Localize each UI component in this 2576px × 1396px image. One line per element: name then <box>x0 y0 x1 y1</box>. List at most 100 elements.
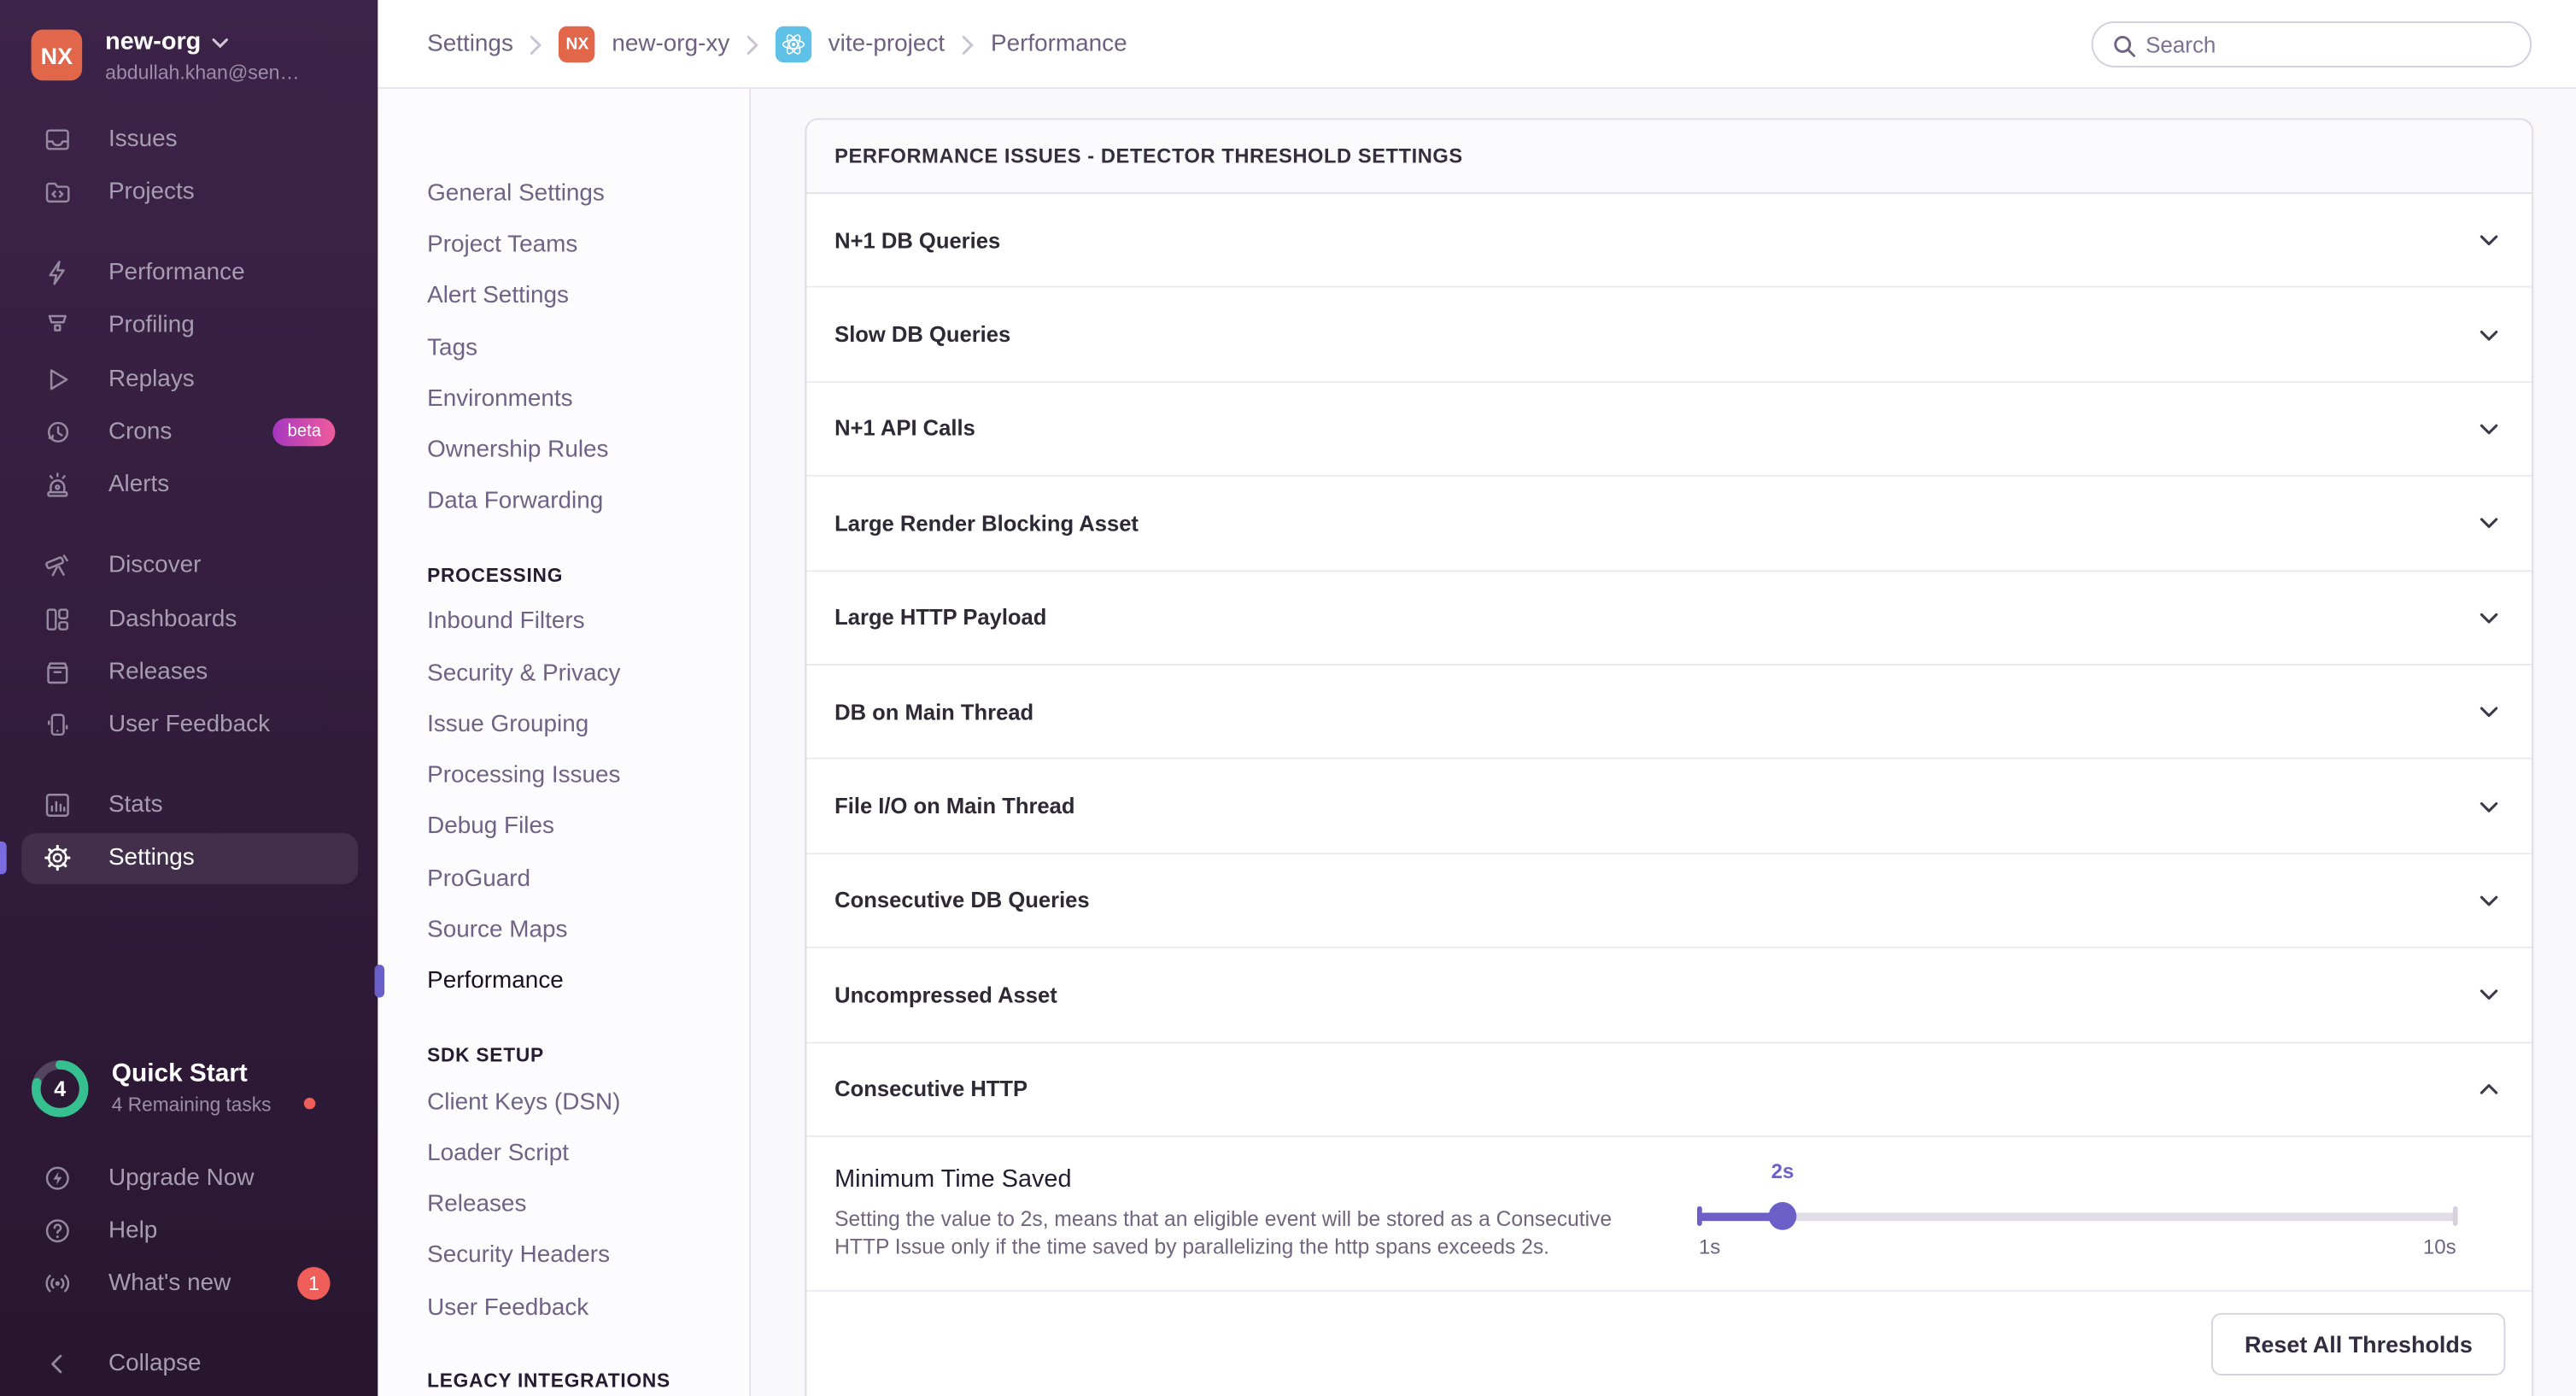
settings-nav-client-keys[interactable]: Client Keys (DSN) <box>427 1086 620 1118</box>
sidebar-item-performance[interactable]: Performance <box>0 247 378 298</box>
sidebar-item-collapse[interactable]: Collapse <box>0 1339 378 1390</box>
detector-row-large-http-payload[interactable]: Large HTTP Payload <box>806 572 2532 666</box>
settings-nav-security-headers[interactable]: Security Headers <box>427 1239 610 1271</box>
sidebar-item-replays[interactable]: Replays <box>0 355 378 406</box>
sidebar-item-projects[interactable]: Projects <box>0 167 378 218</box>
settings-nav-performance[interactable]: Performance <box>427 965 564 997</box>
settings-nav-project-teams[interactable]: Project Teams <box>427 228 577 261</box>
settings-nav-security-privacy[interactable]: Security & Privacy <box>427 657 620 689</box>
dashboard-grid-icon <box>43 605 73 635</box>
breadcrumb-settings[interactable]: Settings <box>427 32 513 58</box>
sidebar-item-label: Projects <box>108 179 195 206</box>
sidebar-item-label: Help <box>108 1217 157 1244</box>
sidebar-item-label: Settings <box>108 845 195 871</box>
sidebar-item-label: Crons <box>108 419 172 445</box>
primary-sidebar: NX new-org abdullah.khan@sen… Issues Pro… <box>0 0 378 1396</box>
detector-row-n1-db-queries[interactable]: N+1 DB Queries <box>806 194 2532 288</box>
search-icon <box>2111 32 2138 59</box>
chevron-down-icon <box>2476 604 2503 631</box>
slider-handle[interactable] <box>1769 1203 1797 1231</box>
telescope-icon <box>43 550 73 580</box>
detector-row-n1-api-calls[interactable]: N+1 API Calls <box>806 383 2532 477</box>
top-bar: Settings NX new-org-xy vite-project Perf… <box>378 0 2576 89</box>
org-crumb-avatar: NX <box>559 26 595 62</box>
detector-row-slow-db-queries[interactable]: Slow DB Queries <box>806 288 2532 382</box>
sidebar-item-issues[interactable]: Issues <box>0 114 378 166</box>
chevron-down-icon <box>2476 982 2503 1008</box>
sidebar-item-stats[interactable]: Stats <box>0 780 378 831</box>
issues-icon <box>43 125 73 155</box>
sidebar-item-label: Replays <box>108 367 195 393</box>
clock-history-icon <box>43 418 73 448</box>
help-icon <box>43 1216 73 1246</box>
chevron-down-icon <box>2476 227 2503 254</box>
breadcrumb-project[interactable]: vite-project <box>828 32 945 58</box>
bar-chart-icon <box>43 790 73 820</box>
sidebar-item-label: Profiling <box>108 312 195 338</box>
sidebar-item-whats-new[interactable]: What's new 1 <box>0 1258 378 1309</box>
panel-header: PERFORMANCE ISSUES - DETECTOR THRESHOLD … <box>806 120 2532 194</box>
setting-description: Setting the value to 2s, means that an e… <box>834 1205 1633 1262</box>
slider-end-tick <box>2453 1207 2458 1227</box>
settings-nav-debug-files[interactable]: Debug Files <box>427 810 554 842</box>
settings-nav-tags[interactable]: Tags <box>427 332 477 365</box>
chevron-right-icon <box>961 33 974 55</box>
sidebar-item-user-feedback[interactable]: User Feedback <box>0 699 378 750</box>
detector-row-consecutive-db-queries[interactable]: Consecutive DB Queries <box>806 854 2532 948</box>
sidebar-item-upgrade-now[interactable]: Upgrade Now <box>0 1153 378 1204</box>
sidebar-item-crons[interactable]: Crons beta <box>0 407 378 458</box>
detector-row-uncompressed-asset[interactable]: Uncompressed Asset <box>806 948 2532 1042</box>
quick-start-title: Quick Start <box>112 1060 248 1090</box>
sidebar-item-dashboards[interactable]: Dashboards <box>0 594 378 645</box>
sidebar-item-settings[interactable]: Settings <box>21 832 358 883</box>
settings-nav-inbound-filters[interactable]: Inbound Filters <box>427 605 585 637</box>
sidebar-item-help[interactable]: Help <box>0 1205 378 1257</box>
settings-nav-loader-script[interactable]: Loader Script <box>427 1137 569 1170</box>
sidebar-item-releases[interactable]: Releases <box>0 647 378 698</box>
detector-row-large-render-blocking-asset[interactable]: Large Render Blocking Asset <box>806 477 2532 571</box>
org-name: new-org <box>105 28 201 56</box>
settings-nav-ownership-rules[interactable]: Ownership Rules <box>427 434 608 466</box>
settings-nav-environments[interactable]: Environments <box>427 383 573 415</box>
search-box[interactable] <box>2092 21 2532 67</box>
settings-nav: General Settings Project Teams Alert Set… <box>378 89 751 1396</box>
settings-nav-user-feedback[interactable]: User Feedback <box>427 1292 588 1324</box>
org-switcher[interactable]: NX new-org abdullah.khan@sen… <box>0 0 378 115</box>
slider-track[interactable] <box>1699 1212 2456 1221</box>
user-email: abdullah.khan@sen… <box>105 61 299 84</box>
search-input[interactable] <box>2146 23 2517 66</box>
quick-start[interactable]: 4 Quick Start 4 Remaining tasks <box>0 1052 378 1127</box>
slider-value-label: 2s <box>1771 1160 1794 1183</box>
feedback-icon <box>43 710 73 740</box>
chevron-down-icon <box>2476 793 2503 819</box>
slider-max-label: 10s <box>2423 1235 2456 1258</box>
settings-nav-processing-issues[interactable]: Processing Issues <box>427 760 620 792</box>
detector-row-consecutive-http[interactable]: Consecutive HTTP <box>806 1042 2532 1136</box>
active-nav-nub <box>0 842 7 874</box>
min-time-saved-slider: 2s 1s 10s <box>1699 1137 2456 1292</box>
settings-nav-general-settings[interactable]: General Settings <box>427 178 605 210</box>
sidebar-item-label: Collapse <box>108 1351 202 1377</box>
settings-nav-header-sdk-setup: SDK SETUP <box>427 1041 544 1070</box>
settings-nav-source-maps[interactable]: Source Maps <box>427 913 567 946</box>
settings-nav-alert-settings[interactable]: Alert Settings <box>427 279 569 312</box>
settings-nav-releases[interactable]: Releases <box>427 1188 526 1221</box>
slider-start-tick <box>1697 1207 1702 1227</box>
reset-all-thresholds-button[interactable]: Reset All Thresholds <box>2212 1313 2506 1375</box>
sidebar-item-profiling[interactable]: Profiling <box>0 300 378 351</box>
detector-row-db-on-main-thread[interactable]: DB on Main Thread <box>806 666 2532 760</box>
lightning-icon <box>43 258 73 288</box>
profiling-icon <box>43 311 73 341</box>
slider-min-label: 1s <box>1699 1235 1720 1258</box>
sidebar-item-discover[interactable]: Discover <box>0 540 378 591</box>
breadcrumb-page[interactable]: Performance <box>991 32 1127 58</box>
app-window: NX new-org abdullah.khan@sen… Issues Pro… <box>0 0 2576 1396</box>
breadcrumb-org[interactable]: new-org-xy <box>612 32 729 58</box>
settings-nav-data-forwarding[interactable]: Data Forwarding <box>427 484 603 517</box>
sidebar-item-label: Discover <box>108 552 201 578</box>
detector-row-file-io-on-main-thread[interactable]: File I/O on Main Thread <box>806 760 2532 853</box>
settings-nav-issue-grouping[interactable]: Issue Grouping <box>427 708 588 741</box>
settings-nav-proguard[interactable]: ProGuard <box>427 863 530 895</box>
quick-start-count: 4 <box>30 1059 91 1119</box>
sidebar-item-alerts[interactable]: Alerts <box>0 460 378 511</box>
